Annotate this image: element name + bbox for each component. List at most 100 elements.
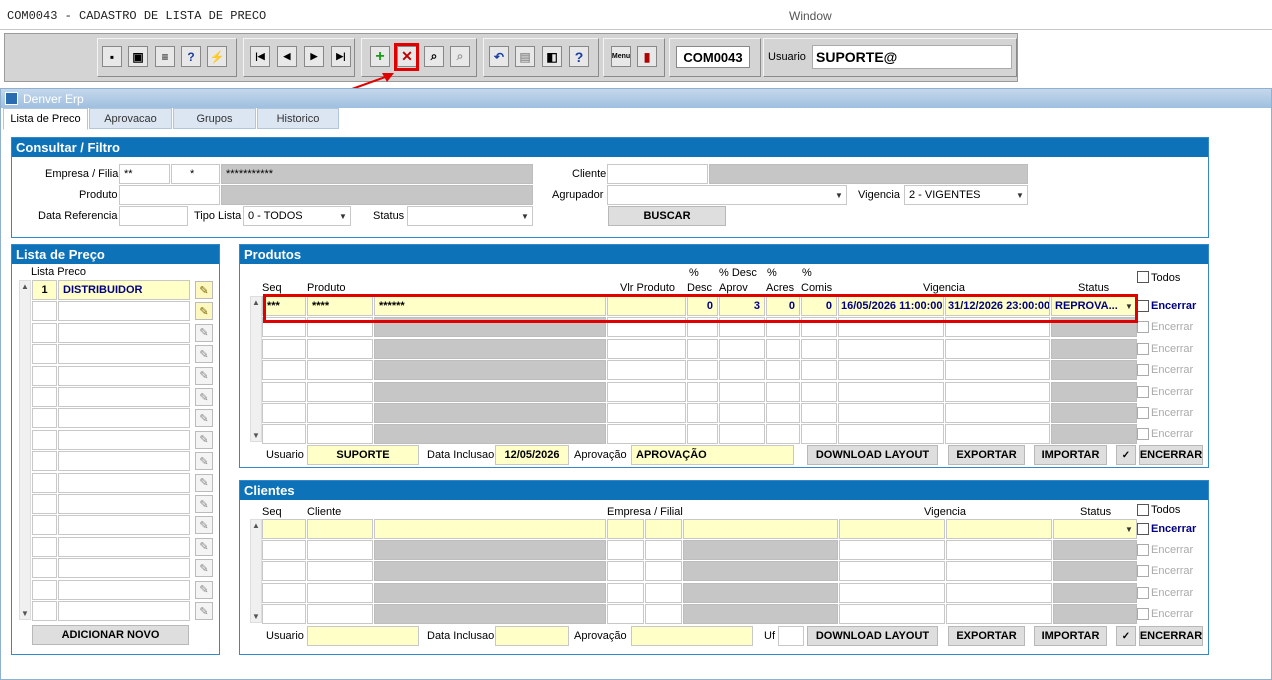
clientes-cell[interactable] bbox=[262, 603, 306, 624]
produtos-cell[interactable] bbox=[687, 424, 718, 445]
clientes-cell[interactable] bbox=[374, 561, 606, 582]
window-menu-label[interactable]: Window bbox=[789, 9, 832, 23]
clientes-cell[interactable] bbox=[683, 561, 838, 582]
clientes-cell[interactable] bbox=[262, 540, 306, 561]
status-select[interactable]: ▼ bbox=[407, 206, 533, 226]
produtos-cell[interactable] bbox=[801, 360, 837, 381]
cli-uf-field[interactable] bbox=[778, 626, 804, 646]
cliente-field[interactable] bbox=[607, 164, 708, 184]
data-referencia-field[interactable] bbox=[119, 206, 188, 226]
edit-icon[interactable]: ✎ bbox=[195, 323, 213, 342]
produtos-cell[interactable] bbox=[945, 338, 1050, 359]
clientes-cell[interactable] bbox=[307, 561, 373, 582]
lista-row-name[interactable] bbox=[58, 579, 190, 600]
lista-row-num[interactable] bbox=[32, 344, 57, 365]
produtos-cell[interactable] bbox=[719, 403, 765, 423]
encerrar-checkbox[interactable] bbox=[1137, 300, 1149, 312]
clientes-cell[interactable] bbox=[946, 540, 1052, 561]
lista-row-name[interactable] bbox=[58, 301, 190, 322]
clientes-cell[interactable] bbox=[839, 582, 945, 603]
cli-importar-button[interactable]: IMPORTAR bbox=[1034, 626, 1107, 646]
scroll-up-icon[interactable]: ▲ bbox=[252, 521, 260, 530]
clientes-cell[interactable] bbox=[839, 603, 945, 624]
produtos-cell[interactable] bbox=[687, 338, 718, 359]
empresa-field[interactable]: ** bbox=[119, 164, 170, 184]
last-record-icon[interactable]: ▶| bbox=[331, 46, 351, 67]
edit-icon[interactable]: ✎ bbox=[195, 559, 213, 578]
lista-row-name[interactable] bbox=[58, 429, 190, 450]
edit-icon[interactable]: ✎ bbox=[195, 580, 213, 599]
produtos-cell[interactable] bbox=[607, 403, 686, 423]
next-record-icon[interactable]: ▶ bbox=[304, 46, 324, 67]
clientes-cell[interactable] bbox=[683, 603, 838, 624]
clientes-status-select[interactable]: ▼ bbox=[1053, 519, 1137, 539]
edit-icon[interactable]: ✎ bbox=[195, 602, 213, 620]
tab-aprovacao[interactable]: Aprovacao bbox=[89, 108, 172, 129]
produtos-cell[interactable] bbox=[687, 360, 718, 381]
produtos-cell[interactable] bbox=[607, 381, 686, 402]
calendar-check-icon[interactable]: ✓ bbox=[1116, 445, 1136, 465]
produtos-cell[interactable] bbox=[307, 381, 373, 402]
produtos-cell[interactable] bbox=[766, 403, 800, 423]
clientes-cell[interactable] bbox=[607, 540, 644, 561]
lista-row-name[interactable] bbox=[58, 408, 190, 429]
produtos-cell[interactable] bbox=[719, 338, 765, 359]
produtos-cell[interactable] bbox=[262, 360, 306, 381]
produtos-scrollbar[interactable]: ▲ ▼ bbox=[250, 296, 262, 442]
clientes-cell[interactable] bbox=[645, 540, 682, 561]
edit-icon[interactable]: ✎ bbox=[195, 345, 213, 364]
clientes-cell[interactable] bbox=[607, 519, 644, 539]
insert-record-icon[interactable]: + bbox=[370, 46, 390, 67]
lista-row-name[interactable] bbox=[58, 515, 190, 536]
clientes-cell[interactable] bbox=[307, 603, 373, 624]
clientes-cell[interactable] bbox=[946, 582, 1052, 603]
produtos-cell[interactable] bbox=[374, 338, 606, 359]
edit-icon[interactable]: ✎ bbox=[195, 516, 213, 535]
lista-row-num[interactable] bbox=[32, 601, 57, 621]
scroll-up-icon[interactable]: ▲ bbox=[252, 298, 260, 307]
menu-icon[interactable]: Menu bbox=[611, 46, 631, 67]
first-record-icon[interactable]: |◀ bbox=[250, 46, 270, 67]
lista-row-num[interactable]: 1 bbox=[32, 280, 57, 300]
edit-icon[interactable]: ✎ bbox=[195, 281, 213, 299]
lista-row-name[interactable] bbox=[58, 451, 190, 472]
user-field[interactable]: SUPORTE@ bbox=[812, 45, 1012, 69]
produtos-cell[interactable] bbox=[307, 338, 373, 359]
clientes-cell[interactable] bbox=[839, 519, 945, 539]
lista-row-name[interactable] bbox=[58, 344, 190, 365]
produtos-cell[interactable] bbox=[766, 338, 800, 359]
clientes-cell[interactable] bbox=[374, 603, 606, 624]
produtos-cell[interactable] bbox=[307, 424, 373, 445]
clientes-cell[interactable] bbox=[645, 519, 682, 539]
produtos-cell[interactable] bbox=[945, 381, 1050, 402]
cli-encerrar-button[interactable]: ENCERRAR bbox=[1139, 626, 1203, 646]
clientes-cell[interactable] bbox=[262, 561, 306, 582]
edit-icon[interactable]: ✎ bbox=[195, 302, 213, 321]
cli-download-button[interactable]: DOWNLOAD LAYOUT bbox=[807, 626, 938, 646]
lista-scrollbar[interactable]: ▲ ▼ bbox=[19, 280, 31, 620]
produtos-cell[interactable] bbox=[766, 424, 800, 445]
edit-icon[interactable]: ✎ bbox=[195, 495, 213, 513]
produtos-cell[interactable] bbox=[838, 381, 944, 402]
print-icon[interactable]: ≡ bbox=[155, 46, 175, 67]
produtos-cell[interactable] bbox=[687, 403, 718, 423]
help-icon[interactable]: ? bbox=[569, 46, 589, 67]
lista-row-num[interactable] bbox=[32, 301, 57, 322]
edit-icon[interactable]: ✎ bbox=[195, 430, 213, 449]
lista-row-num[interactable] bbox=[32, 536, 57, 557]
edit-icon[interactable]: ✎ bbox=[195, 452, 213, 471]
produtos-cell[interactable] bbox=[766, 360, 800, 381]
scroll-down-icon[interactable]: ▼ bbox=[252, 431, 260, 440]
produtos-cell[interactable] bbox=[374, 360, 606, 381]
query-icon[interactable]: ⌕ bbox=[424, 46, 444, 67]
undo-icon[interactable]: ↶ bbox=[489, 46, 509, 67]
clientes-cell[interactable] bbox=[607, 582, 644, 603]
edit-icon[interactable]: ✎ bbox=[195, 473, 213, 492]
screen-icon[interactable]: ▣ bbox=[128, 46, 148, 67]
clientes-cell[interactable] bbox=[607, 561, 644, 582]
tab-historico[interactable]: Historico bbox=[257, 108, 339, 129]
produtos-cell[interactable] bbox=[307, 403, 373, 423]
produtos-cell[interactable] bbox=[838, 403, 944, 423]
clientes-cell[interactable] bbox=[262, 519, 306, 539]
todos-checkbox[interactable] bbox=[1137, 271, 1149, 283]
